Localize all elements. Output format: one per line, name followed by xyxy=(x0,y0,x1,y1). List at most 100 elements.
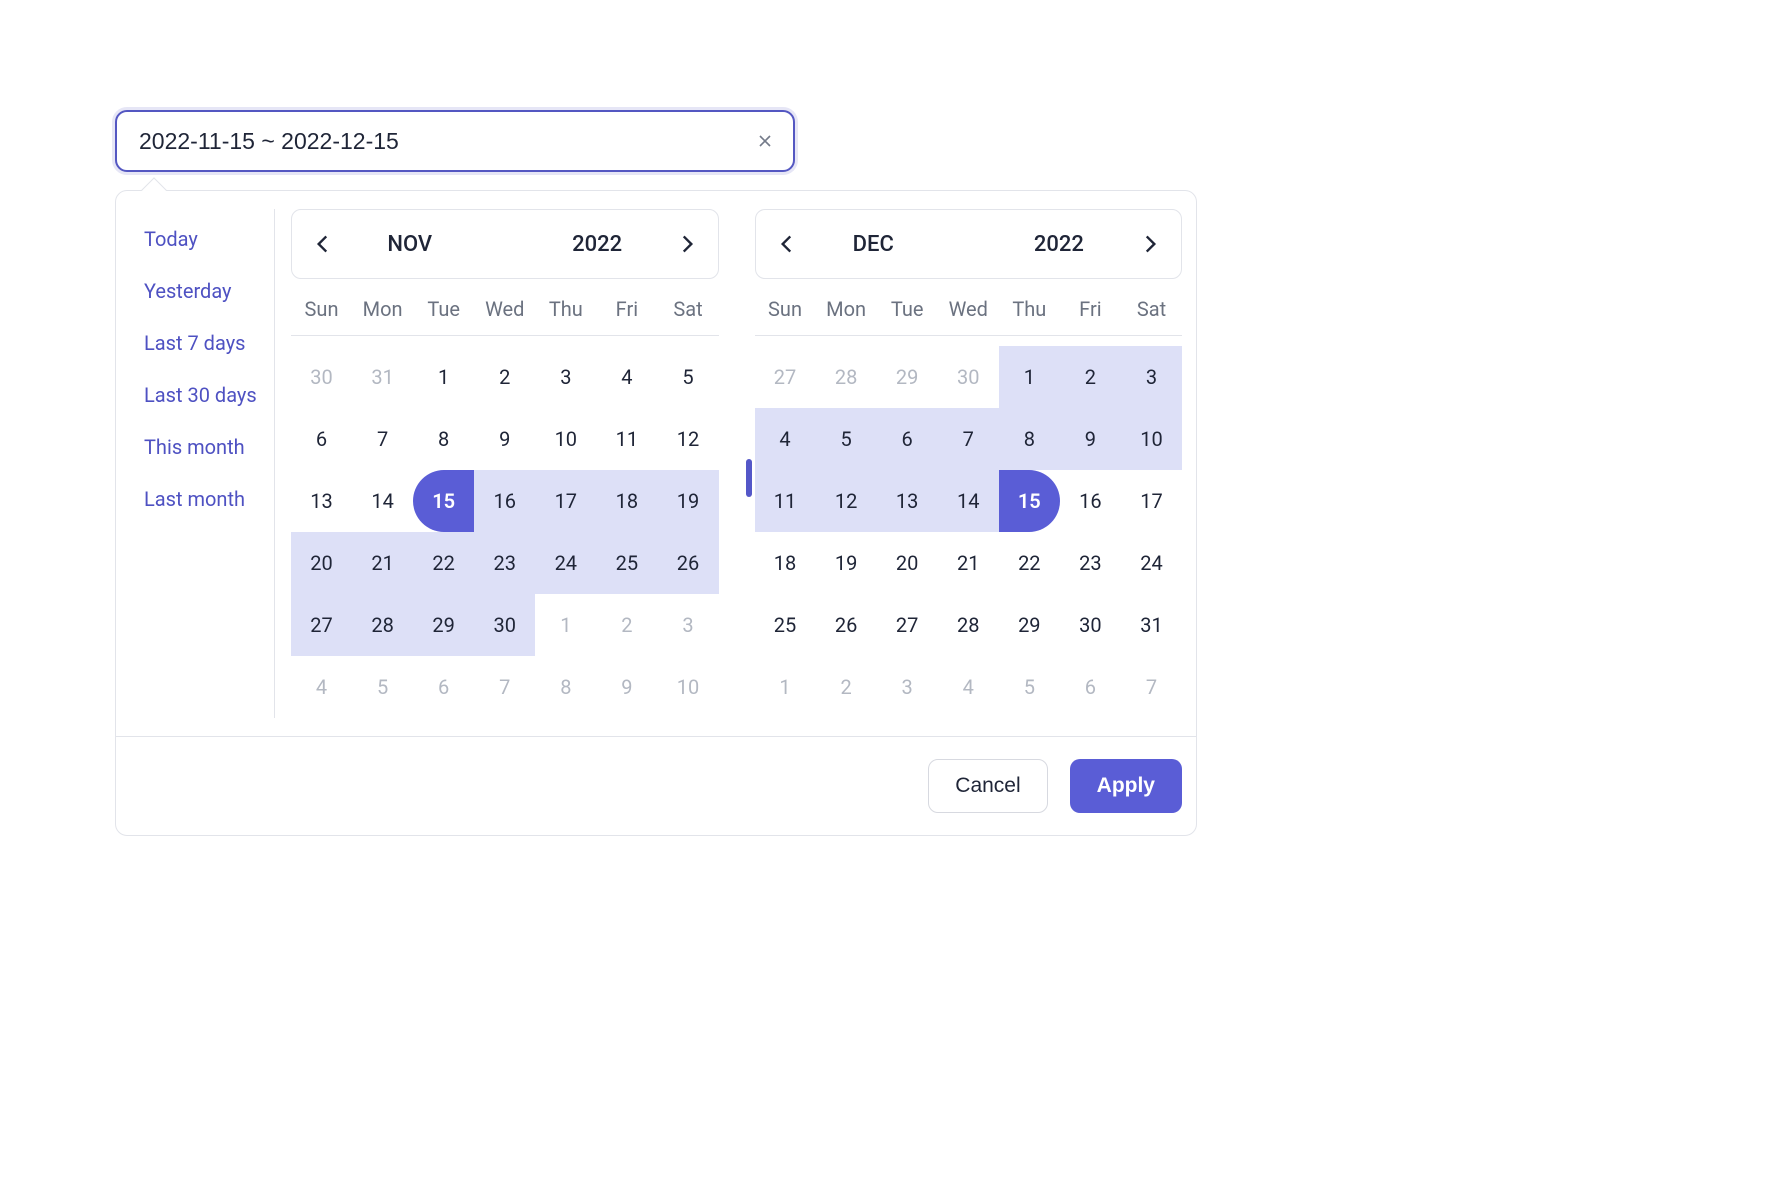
day-cell[interactable]: 2 xyxy=(816,656,877,718)
preset-option[interactable]: Today xyxy=(144,227,274,251)
day-cell[interactable]: 23 xyxy=(474,532,535,594)
preset-option[interactable]: Last 30 days xyxy=(144,383,274,407)
day-cell[interactable]: 9 xyxy=(474,408,535,470)
day-cell[interactable]: 20 xyxy=(877,532,938,594)
chevron-right-icon[interactable] xyxy=(674,231,700,257)
day-cell[interactable]: 16 xyxy=(1060,470,1121,532)
day-cell[interactable]: 13 xyxy=(291,470,352,532)
day-cell[interactable]: 24 xyxy=(535,532,596,594)
day-cell[interactable]: 29 xyxy=(413,594,474,656)
chevron-left-icon[interactable] xyxy=(310,231,336,257)
day-cell[interactable]: 9 xyxy=(1060,408,1121,470)
day-cell[interactable]: 31 xyxy=(1121,594,1182,656)
day-cell[interactable]: 8 xyxy=(999,408,1060,470)
close-icon[interactable] xyxy=(755,131,775,151)
day-cell[interactable]: 4 xyxy=(755,408,816,470)
day-cell[interactable]: 18 xyxy=(596,470,657,532)
day-cell[interactable]: 17 xyxy=(1121,470,1182,532)
preset-option[interactable]: Last 7 days xyxy=(144,331,274,355)
day-cell[interactable]: 2 xyxy=(1060,346,1121,408)
day-cell[interactable]: 26 xyxy=(657,532,718,594)
day-cell[interactable]: 22 xyxy=(999,532,1060,594)
day-cell[interactable]: 5 xyxy=(352,656,413,718)
day-cell[interactable]: 15 xyxy=(999,470,1060,532)
day-cell[interactable]: 3 xyxy=(657,594,718,656)
preset-option[interactable]: Last month xyxy=(144,487,274,511)
day-cell[interactable]: 16 xyxy=(474,470,535,532)
day-cell[interactable]: 21 xyxy=(938,532,999,594)
day-cell[interactable]: 4 xyxy=(596,346,657,408)
day-cell[interactable]: 23 xyxy=(1060,532,1121,594)
day-cell[interactable]: 1 xyxy=(535,594,596,656)
day-cell[interactable]: 7 xyxy=(938,408,999,470)
day-cell[interactable]: 10 xyxy=(535,408,596,470)
day-cell[interactable]: 3 xyxy=(877,656,938,718)
day-cell[interactable]: 11 xyxy=(755,470,816,532)
day-cell[interactable]: 30 xyxy=(291,346,352,408)
day-cell[interactable]: 30 xyxy=(938,346,999,408)
day-cell[interactable]: 31 xyxy=(352,346,413,408)
day-cell[interactable]: 7 xyxy=(474,656,535,718)
cancel-button[interactable]: Cancel xyxy=(928,759,1047,813)
day-cell[interactable]: 19 xyxy=(657,470,718,532)
day-cell[interactable]: 22 xyxy=(413,532,474,594)
day-cell[interactable]: 28 xyxy=(938,594,999,656)
day-cell[interactable]: 5 xyxy=(816,408,877,470)
day-cell[interactable]: 28 xyxy=(352,594,413,656)
day-cell[interactable]: 4 xyxy=(938,656,999,718)
year-label[interactable]: 2022 xyxy=(1034,232,1084,257)
date-range-input[interactable] xyxy=(115,110,795,172)
day-cell[interactable]: 18 xyxy=(755,532,816,594)
day-cell[interactable]: 1 xyxy=(413,346,474,408)
day-cell[interactable]: 6 xyxy=(291,408,352,470)
day-cell[interactable]: 5 xyxy=(657,346,718,408)
day-cell[interactable]: 20 xyxy=(291,532,352,594)
preset-option[interactable]: Yesterday xyxy=(144,279,274,303)
preset-option[interactable]: This month xyxy=(144,435,274,459)
day-cell[interactable]: 7 xyxy=(1121,656,1182,718)
day-cell[interactable]: 2 xyxy=(474,346,535,408)
chevron-left-icon[interactable] xyxy=(774,231,800,257)
day-cell[interactable]: 24 xyxy=(1121,532,1182,594)
day-cell[interactable]: 25 xyxy=(755,594,816,656)
day-cell[interactable]: 12 xyxy=(657,408,718,470)
day-cell[interactable]: 28 xyxy=(816,346,877,408)
day-cell[interactable]: 6 xyxy=(413,656,474,718)
day-cell[interactable]: 8 xyxy=(535,656,596,718)
day-cell[interactable]: 14 xyxy=(352,470,413,532)
day-cell[interactable]: 29 xyxy=(877,346,938,408)
day-cell[interactable]: 1 xyxy=(755,656,816,718)
day-cell[interactable]: 30 xyxy=(1060,594,1121,656)
day-cell[interactable]: 10 xyxy=(657,656,718,718)
chevron-right-icon[interactable] xyxy=(1137,231,1163,257)
day-cell[interactable]: 26 xyxy=(816,594,877,656)
day-cell[interactable]: 12 xyxy=(816,470,877,532)
day-cell[interactable]: 3 xyxy=(535,346,596,408)
day-cell[interactable]: 9 xyxy=(596,656,657,718)
day-cell[interactable]: 11 xyxy=(596,408,657,470)
day-cell[interactable]: 10 xyxy=(1121,408,1182,470)
day-cell[interactable]: 15 xyxy=(413,470,474,532)
day-cell[interactable]: 13 xyxy=(877,470,938,532)
year-label[interactable]: 2022 xyxy=(572,232,622,257)
day-cell[interactable]: 6 xyxy=(1060,656,1121,718)
day-cell[interactable]: 4 xyxy=(291,656,352,718)
day-cell[interactable]: 21 xyxy=(352,532,413,594)
day-cell[interactable]: 6 xyxy=(877,408,938,470)
day-cell[interactable]: 7 xyxy=(352,408,413,470)
day-cell[interactable]: 17 xyxy=(535,470,596,532)
day-cell[interactable]: 30 xyxy=(474,594,535,656)
day-cell[interactable]: 2 xyxy=(596,594,657,656)
day-cell[interactable]: 27 xyxy=(877,594,938,656)
apply-button[interactable]: Apply xyxy=(1070,759,1182,813)
day-cell[interactable]: 5 xyxy=(999,656,1060,718)
month-label[interactable]: DEC xyxy=(853,232,894,257)
day-cell[interactable]: 3 xyxy=(1121,346,1182,408)
day-cell[interactable]: 14 xyxy=(938,470,999,532)
month-label[interactable]: NOV xyxy=(387,232,432,257)
day-cell[interactable]: 25 xyxy=(596,532,657,594)
day-cell[interactable]: 27 xyxy=(755,346,816,408)
day-cell[interactable]: 1 xyxy=(999,346,1060,408)
day-cell[interactable]: 8 xyxy=(413,408,474,470)
day-cell[interactable]: 29 xyxy=(999,594,1060,656)
